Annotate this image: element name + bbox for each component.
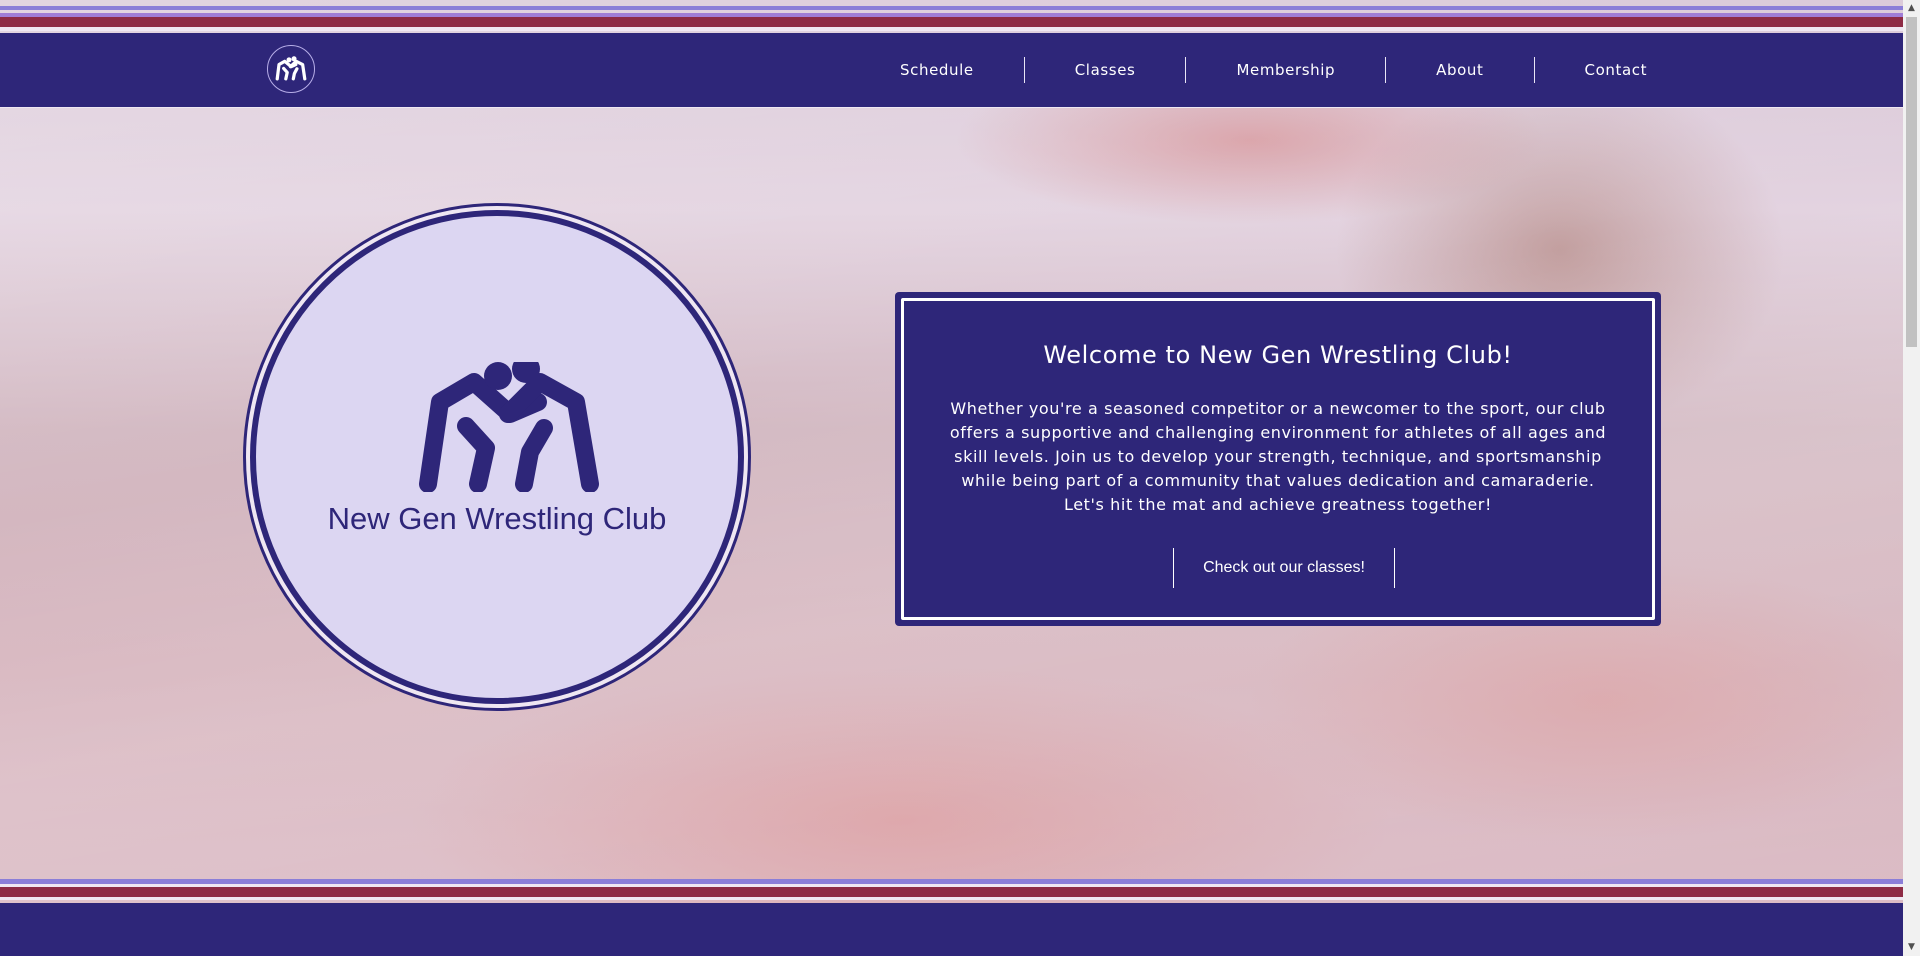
stripe-red bbox=[0, 887, 1903, 897]
scrollbar-thumb[interactable] bbox=[1906, 17, 1917, 347]
nav-item-about[interactable]: About bbox=[1386, 58, 1533, 82]
welcome-text: Whether you're a seasoned competitor or … bbox=[949, 399, 1607, 514]
scroll-up-arrow-icon[interactable]: ▲ bbox=[1903, 0, 1920, 17]
stripe-white bbox=[0, 27, 1903, 31]
site-footer bbox=[0, 903, 1903, 956]
nav-item-membership[interactable]: Membership bbox=[1186, 58, 1385, 82]
check-classes-button[interactable]: Check out our classes! bbox=[1173, 548, 1395, 588]
nav-item-classes[interactable]: Classes bbox=[1025, 58, 1186, 82]
main-nav: Schedule Classes Membership About Contac… bbox=[850, 33, 1697, 107]
club-emblem-inner: New Gen Wrestling Club bbox=[250, 210, 744, 704]
site-header: Schedule Classes Membership About Contac… bbox=[0, 33, 1903, 108]
nav-item-contact[interactable]: Contact bbox=[1535, 58, 1698, 82]
scroll-down-arrow-icon[interactable]: ▼ bbox=[1903, 939, 1920, 956]
club-emblem: New Gen Wrestling Club bbox=[243, 203, 751, 711]
welcome-panel-frame: Welcome to New Gen Wrestling Club! Wheth… bbox=[901, 298, 1655, 620]
wrestlers-icon bbox=[419, 362, 599, 492]
stripe-white bbox=[0, 897, 1903, 900]
welcome-panel: Welcome to New Gen Wrestling Club! Wheth… bbox=[895, 292, 1661, 626]
emblem-title: New Gen Wrestling Club bbox=[327, 501, 667, 536]
nav-item-schedule[interactable]: Schedule bbox=[850, 58, 1024, 82]
top-stripes bbox=[0, 0, 1903, 34]
page-scrollbar[interactable]: ▲ ▼ bbox=[1903, 0, 1920, 956]
welcome-title: Welcome to New Gen Wrestling Club! bbox=[1043, 341, 1513, 369]
wrestlers-icon bbox=[275, 56, 307, 81]
header-logo[interactable] bbox=[267, 45, 315, 93]
bottom-stripes bbox=[0, 877, 1903, 900]
stripe-red bbox=[0, 17, 1903, 27]
stripe-lavender bbox=[0, 6, 1903, 10]
